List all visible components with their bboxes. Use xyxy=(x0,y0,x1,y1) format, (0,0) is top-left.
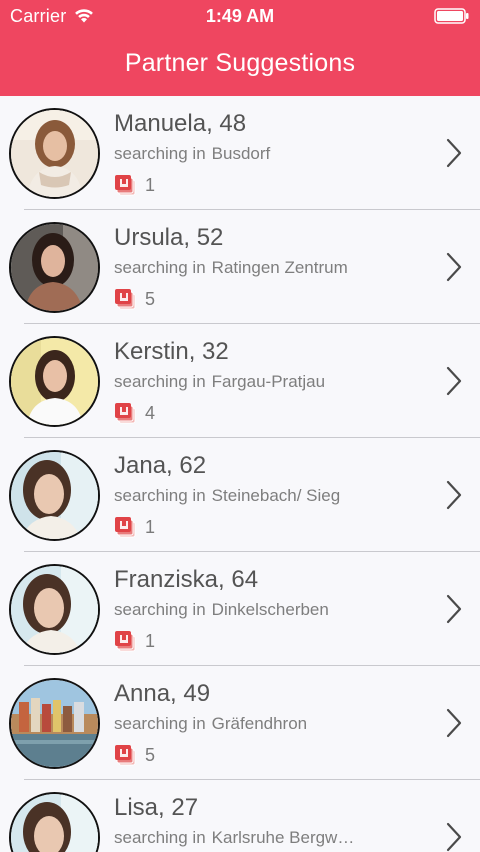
chevron-right-icon[interactable] xyxy=(446,138,462,168)
location-label: searching in xyxy=(114,258,206,277)
location-value: Busdorf xyxy=(211,144,271,163)
list-item[interactable]: Lisa, 27 searching in Karlsruhe Bergw… xyxy=(0,780,480,852)
page-title: Partner Suggestions xyxy=(124,49,356,77)
cards-icon xyxy=(115,517,136,538)
app-header: Carrier 1:49 AM Partner Suggestions xyxy=(0,0,480,96)
location-value: Dinkelscherben xyxy=(211,600,329,619)
suggestion-count: 5 xyxy=(145,289,156,309)
cards-icon xyxy=(115,745,136,766)
location-value: Ratingen Zentrum xyxy=(211,258,348,277)
partner-name: Manuela, 48 xyxy=(114,110,247,137)
list-item[interactable]: Jana, 62 searching in Steinebach/ Sieg 1 xyxy=(0,438,480,552)
location-value: Gräfendhron xyxy=(211,714,308,733)
partner-location: searching in Dinkelscherben xyxy=(114,599,394,621)
location-label: searching in xyxy=(114,714,206,733)
location-value: Karlsruhe Bergw… xyxy=(211,828,355,847)
avatar[interactable] xyxy=(9,336,100,427)
chevron-right-icon[interactable] xyxy=(446,822,462,852)
location-label: searching in xyxy=(114,486,206,505)
avatar[interactable] xyxy=(9,108,100,199)
partner-location: searching in Gräfendhron xyxy=(114,713,394,735)
status-time: 1:49 AM xyxy=(205,6,275,26)
status-bar: Carrier 1:49 AM xyxy=(0,0,480,32)
cards-icon xyxy=(115,631,136,652)
suggestion-count: 5 xyxy=(145,745,156,765)
suggestion-count: 1 xyxy=(145,517,156,537)
partner-location: searching in Busdorf xyxy=(114,143,394,165)
location-label: searching in xyxy=(114,600,206,619)
avatar[interactable] xyxy=(9,792,100,852)
list-item[interactable]: Kerstin, 32 searching in Fargau-Pratjau 4 xyxy=(0,324,480,438)
partner-name: Jana, 62 xyxy=(114,452,207,479)
avatar[interactable] xyxy=(9,564,100,655)
location-label: searching in xyxy=(114,372,206,391)
partner-location: searching in Karlsruhe Bergw… xyxy=(114,827,394,849)
location-value: Fargau-Pratjau xyxy=(211,372,326,391)
cards-icon xyxy=(115,403,136,424)
partner-location: searching in Fargau-Pratjau xyxy=(114,371,394,393)
partner-name: Kerstin, 32 xyxy=(114,338,229,365)
chevron-right-icon[interactable] xyxy=(446,480,462,510)
list-item[interactable]: Anna, 49 searching in Gräfendhron 5 xyxy=(0,666,480,780)
chevron-right-icon[interactable] xyxy=(446,708,462,738)
battery-icon xyxy=(434,8,469,24)
partner-location: searching in Steinebach/ Sieg xyxy=(114,485,394,507)
partner-name: Ursula, 52 xyxy=(114,224,224,251)
list-item[interactable]: Manuela, 48 searching in Busdorf 1 xyxy=(0,96,480,210)
partner-name: Franziska, 64 xyxy=(114,566,259,593)
location-label: searching in xyxy=(114,828,206,847)
partner-list[interactable]: Manuela, 48 searching in Busdorf 1 Ursul… xyxy=(0,96,480,852)
location-label: searching in xyxy=(114,144,206,163)
avatar[interactable] xyxy=(9,222,100,313)
avatar[interactable] xyxy=(9,450,100,541)
suggestion-count: 4 xyxy=(145,403,156,423)
suggestion-count: 1 xyxy=(145,175,156,195)
chevron-right-icon[interactable] xyxy=(446,366,462,396)
avatar[interactable] xyxy=(9,678,100,769)
partner-location: searching in Ratingen Zentrum xyxy=(114,257,394,279)
chevron-right-icon[interactable] xyxy=(446,252,462,282)
cards-icon xyxy=(115,175,136,196)
chevron-right-icon[interactable] xyxy=(446,594,462,624)
partner-name: Anna, 49 xyxy=(114,680,211,707)
partner-name: Lisa, 27 xyxy=(114,794,199,821)
location-value: Steinebach/ Sieg xyxy=(211,486,341,505)
cards-icon xyxy=(115,289,136,310)
suggestion-count: 1 xyxy=(145,631,156,651)
list-item[interactable]: Franziska, 64 searching in Dinkelscherben… xyxy=(0,552,480,666)
list-item[interactable]: Ursula, 52 searching in Ratingen Zentrum … xyxy=(0,210,480,324)
